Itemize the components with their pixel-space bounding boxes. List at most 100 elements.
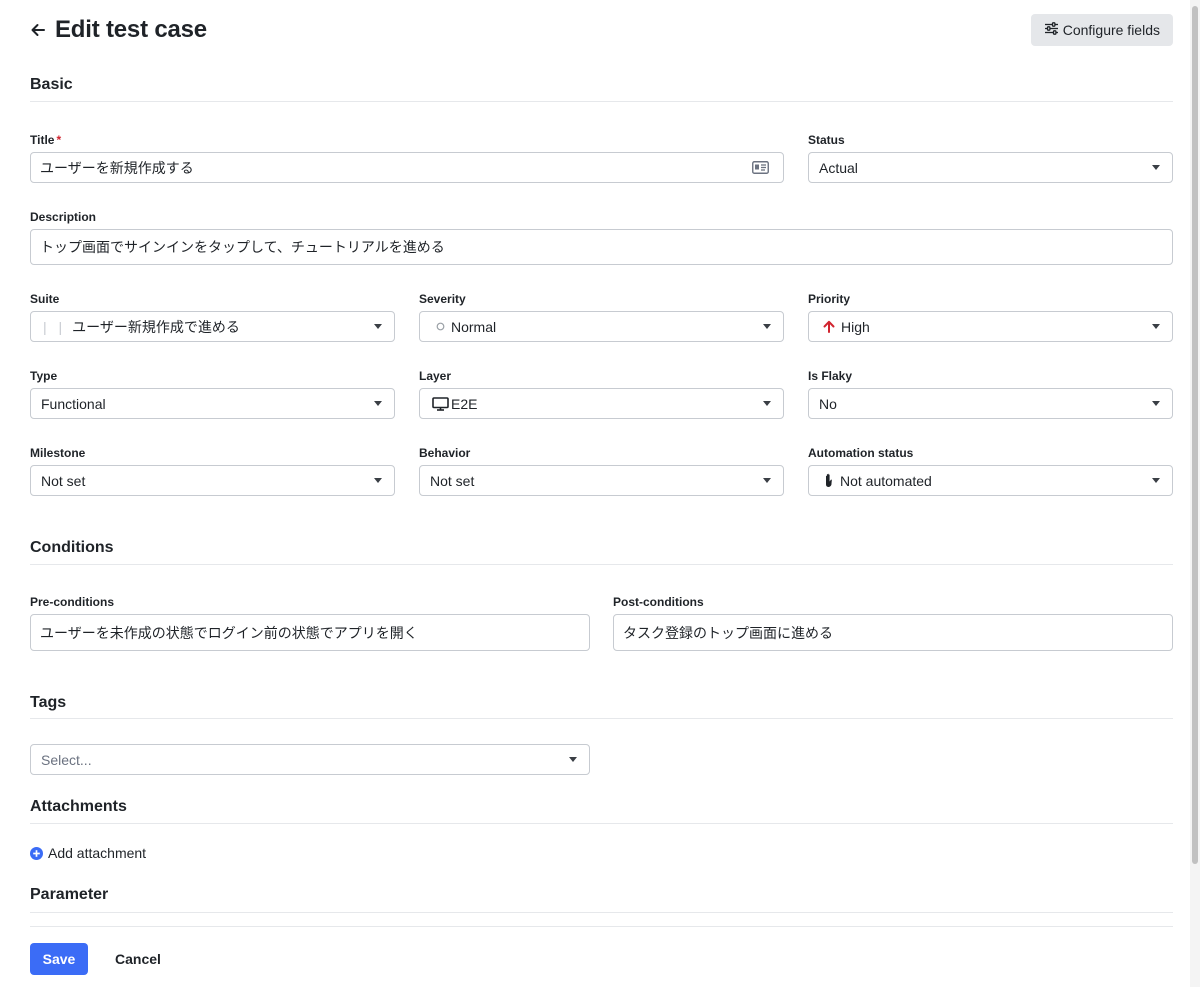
circle-icon — [436, 322, 445, 331]
type-label: Type — [30, 369, 58, 383]
automation-value-wrap: Not automated — [823, 473, 1152, 489]
required-mark: * — [56, 133, 62, 147]
is-flaky-field: Is Flaky No — [808, 368, 1173, 419]
suite-value: ユーザー新規作成で進める — [72, 318, 240, 335]
tags-placeholder: Select... — [41, 751, 92, 768]
chevron-down-icon — [763, 324, 771, 329]
section-title-attachments: Attachments — [30, 798, 127, 815]
layer-select[interactable]: E2E — [419, 388, 784, 419]
suite-tree-prefix: | | — [43, 318, 67, 335]
milestone-select[interactable]: Not set — [30, 465, 395, 496]
layer-label: Layer — [419, 369, 452, 383]
layer-field: Layer E2E — [419, 368, 784, 419]
section-conditions: Conditions — [30, 539, 1173, 565]
milestone-label: Milestone — [30, 446, 86, 460]
is-flaky-value: No — [819, 395, 837, 412]
description-input[interactable]: トップ画面でサインインをタップして、チュートリアルを進める — [30, 229, 1173, 265]
is-flaky-label: Is Flaky — [808, 369, 853, 383]
chevron-down-icon — [1152, 401, 1160, 406]
is-flaky-select[interactable]: No — [808, 388, 1173, 419]
pre-conditions-input[interactable]: ユーザーを未作成の状態でログイン前の状態でアプリを開く — [30, 614, 590, 651]
type-select[interactable]: Functional — [30, 388, 395, 419]
chevron-down-icon — [1152, 478, 1160, 483]
arrow-left-icon[interactable] — [30, 22, 46, 38]
section-basic: Basic — [30, 76, 1173, 102]
severity-field: Severity Normal — [419, 291, 784, 342]
suite-value-wrap: | | ユーザー新規作成で進める — [43, 317, 374, 337]
post-conditions-label: Post-conditions — [613, 595, 704, 609]
suite-select[interactable]: | | ユーザー新規作成で進める — [30, 311, 395, 342]
suite-field: Suite | | ユーザー新規作成で進める — [30, 291, 395, 342]
description-value: トップ画面でサインインをタップして、チュートリアルを進める — [40, 239, 445, 255]
section-title-parameter: Parameter — [30, 886, 109, 903]
section-title-basic: Basic — [30, 76, 73, 93]
milestone-value: Not set — [41, 472, 86, 489]
type-value: Functional — [41, 395, 106, 412]
behavior-field: Behavior Not set — [419, 445, 784, 496]
add-attachment-button[interactable]: Add attachment — [30, 845, 146, 861]
pre-conditions-label: Pre-conditions — [30, 595, 115, 609]
pre-conditions-value: ユーザーを未作成の状態でログイン前の状態でアプリを開く — [40, 624, 418, 641]
description-field: Description トップ画面でサインインをタップして、チュートリアルを進め… — [30, 209, 1173, 265]
description-label: Description — [30, 210, 97, 224]
priority-value: High — [841, 318, 870, 335]
status-select[interactable]: Actual — [808, 152, 1173, 183]
automation-status-select[interactable]: Not automated — [808, 465, 1173, 496]
severity-value: Normal — [451, 318, 497, 335]
chevron-down-icon — [569, 757, 577, 762]
severity-select[interactable]: Normal — [419, 311, 784, 342]
section-parameter: Parameter — [30, 886, 1173, 913]
status-label: Status — [808, 133, 845, 147]
title-label: Title * — [30, 133, 62, 147]
automation-status-label: Automation status — [808, 446, 914, 460]
monitor-icon — [432, 396, 449, 411]
chevron-down-icon — [374, 324, 382, 329]
behavior-select[interactable]: Not set — [419, 465, 784, 496]
section-title-tags: Tags — [30, 694, 67, 711]
layer-value: E2E — [451, 395, 478, 412]
post-conditions-input[interactable]: タスク登録のトップ画面に進める — [613, 614, 1173, 651]
scrollbar-thumb[interactable] — [1192, 6, 1198, 864]
title-value: ユーザーを新規作成する — [40, 159, 194, 176]
save-button[interactable]: Save — [30, 943, 88, 975]
status-value: Actual — [819, 159, 858, 176]
footer-divider — [30, 926, 1173, 927]
plus-circle-icon — [30, 846, 43, 860]
automation-status-value: Not automated — [840, 472, 932, 489]
hand-icon — [823, 473, 836, 488]
chevron-down-icon — [374, 478, 382, 483]
title-input[interactable]: ユーザーを新規作成する — [30, 152, 784, 183]
behavior-label: Behavior — [419, 446, 471, 460]
priority-value-wrap: High — [823, 319, 1152, 335]
add-attachment-label: Add attachment — [48, 845, 147, 861]
severity-label: Severity — [419, 292, 466, 306]
behavior-value: Not set — [430, 472, 475, 489]
priority-select[interactable]: High — [808, 311, 1173, 342]
priority-label: Priority — [808, 292, 851, 306]
chevron-down-icon — [1152, 324, 1160, 329]
section-title-conditions: Conditions — [30, 539, 114, 556]
chevron-down-icon — [1152, 165, 1160, 170]
title-field: Title * ユーザーを新規作成する — [30, 132, 784, 183]
section-tags: Tags — [30, 694, 1173, 719]
id-card-icon — [752, 161, 769, 174]
tags-select[interactable]: Select... — [30, 744, 590, 775]
chevron-down-icon — [374, 401, 382, 406]
page-title: Edit test case — [55, 16, 207, 43]
configure-fields-button[interactable]: Configure fields — [1030, 14, 1173, 46]
sliders-icon — [1044, 22, 1059, 38]
automation-status-field: Automation status Not automated — [808, 445, 1173, 496]
cancel-button[interactable]: Cancel — [104, 943, 172, 975]
chevron-down-icon — [763, 478, 771, 483]
suite-label: Suite — [30, 292, 60, 306]
status-field: Status Actual — [808, 132, 1173, 183]
scrollbar-track[interactable] — [1190, 0, 1200, 987]
layer-value-wrap: E2E — [432, 396, 763, 412]
chevron-down-icon — [763, 401, 771, 406]
configure-fields-label: Configure fields — [1062, 22, 1160, 38]
type-field: Type Functional — [30, 368, 395, 419]
milestone-field: Milestone Not set — [30, 445, 395, 496]
post-conditions-field: Post-conditions タスク登録のトップ画面に進める — [613, 594, 1173, 651]
priority-field: Priority High — [808, 291, 1173, 342]
title-wrap: Edit test case — [30, 16, 207, 44]
